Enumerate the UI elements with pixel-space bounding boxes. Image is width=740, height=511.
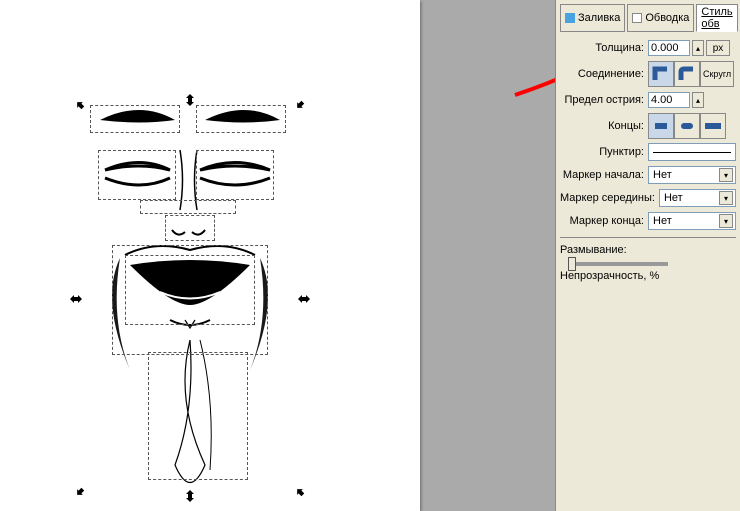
handle-w[interactable] [70, 293, 82, 305]
chevron-down-icon: ▾ [719, 191, 733, 205]
dropdown-value: Нет [664, 192, 683, 204]
dash-pattern-select[interactable] [648, 143, 736, 161]
tab-stroke-style[interactable]: Стиль обв [696, 4, 737, 32]
tab-label: Обводка [645, 12, 689, 24]
cap-butt-button[interactable] [648, 113, 674, 139]
panel-tabs: Заливка Обводка Стиль обв [560, 4, 736, 32]
handle-se[interactable] [294, 486, 306, 498]
fill-stroke-panel: Заливка Обводка Стиль обв Толщина: ▴ px … [555, 0, 740, 511]
selection-rect [165, 215, 215, 241]
miter-spinner[interactable]: ▴ [692, 92, 704, 108]
selection-rect [196, 150, 274, 200]
stroke-width-input[interactable] [648, 40, 690, 56]
cap-round-button[interactable] [674, 113, 700, 139]
marker-start-select[interactable]: Нет ▾ [648, 166, 736, 184]
divider [560, 237, 736, 238]
join-round-button[interactable] [674, 61, 700, 87]
drawing-page [0, 0, 420, 511]
marker-mid-select[interactable]: Нет ▾ [659, 189, 736, 207]
canvas-area[interactable] [0, 0, 555, 511]
blur-label: Размывание: [560, 244, 736, 256]
tab-label: Заливка [578, 12, 620, 24]
marker-end-label: Маркер конца: [560, 215, 648, 227]
selection-rect [98, 150, 176, 200]
chevron-down-icon: ▾ [719, 214, 733, 228]
handle-nw[interactable] [74, 99, 86, 111]
marker-end-select[interactable]: Нет ▾ [648, 212, 736, 230]
miter-label: Предел острия: [560, 94, 648, 106]
marker-start-label: Маркер начала: [560, 169, 648, 181]
selection-rect [196, 105, 286, 133]
join-label: Соединение: [560, 68, 648, 80]
miter-limit-input[interactable] [648, 92, 690, 108]
dropdown-value: Нет [653, 169, 672, 181]
width-spinner[interactable]: ▴ [692, 40, 704, 56]
selection-rect [148, 352, 248, 480]
width-unit-select[interactable]: px [706, 40, 730, 56]
selection-rect [125, 255, 255, 325]
handle-sw[interactable] [74, 486, 86, 498]
unit-label: px [713, 43, 724, 54]
dash-label: Пунктир: [560, 146, 648, 158]
cap-label: Концы: [560, 120, 648, 132]
handle-e[interactable] [298, 293, 310, 305]
selection-rect [90, 105, 180, 133]
dropdown-value: Нет [653, 215, 672, 227]
marker-mid-label: Маркер середины: [560, 192, 659, 204]
fill-swatch-icon [565, 13, 575, 23]
selection-rect [140, 200, 236, 214]
stroke-swatch-icon [632, 13, 642, 23]
dashline-icon [653, 152, 731, 153]
cap-square-button[interactable] [700, 113, 726, 139]
tab-label: Стиль обв [701, 6, 732, 30]
chevron-down-icon: ▾ [719, 168, 733, 182]
handle-s[interactable] [184, 490, 196, 502]
join-miter-button[interactable] [648, 61, 674, 87]
opacity-label: Непрозрачность, % [560, 270, 736, 282]
slider-thumb-icon [568, 257, 576, 271]
handle-ne[interactable] [294, 99, 306, 111]
blur-slider[interactable] [568, 262, 668, 266]
bevel-label: Скругл [703, 69, 731, 79]
join-bevel-button[interactable]: Скругл [700, 61, 734, 87]
tab-stroke[interactable]: Обводка [627, 4, 694, 32]
handle-n[interactable] [184, 94, 196, 106]
width-label: Толщина: [560, 42, 648, 54]
tab-fill[interactable]: Заливка [560, 4, 625, 32]
